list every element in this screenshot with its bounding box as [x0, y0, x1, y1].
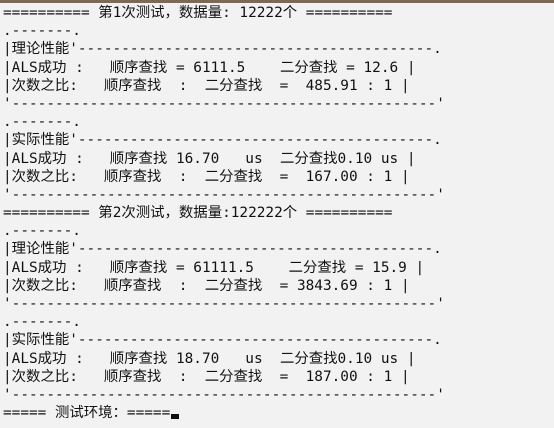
console-output[interactable]: ========== 第1次测试，数据量: 12222个 ========== …: [3, 4, 552, 426]
box-bottom: '---------------------------------------…: [3, 386, 445, 403]
box-top-tab: .-------.: [3, 223, 81, 240]
test2-header: ========== 第2次测试，数据量:122222个 ==========: [3, 205, 393, 222]
text-cursor: [171, 414, 180, 420]
box-bottom: '---------------------------------------…: [3, 95, 445, 112]
box-bottom: '---------------------------------------…: [3, 296, 445, 312]
box-top-tab: .-------.: [3, 314, 81, 331]
test1-header: ========== 第1次测试，数据量: 12222个 ==========: [3, 5, 393, 21]
prompt-text: ===== 测试环境：=====: [3, 405, 171, 422]
box-title-theory: |理论性能'----------------------------------…: [3, 241, 442, 258]
als-row: |ALS成功 : 顺序查找 = 6111.5 二分查找 = 12.6 |: [3, 59, 416, 76]
ratio-row: |次数之比: 顺序查找 : 二分查找 = 485.91 : 1 |: [3, 77, 410, 94]
als-row: |ALS成功 : 顺序查找 16.70 us 二分查找0.10 us |: [3, 150, 416, 167]
als-row: |ALS成功 : 顺序查找 = 61111.5 二分查找 = 15.9 |: [3, 259, 425, 276]
ratio-row: |次数之比: 顺序查找 : 二分查找 = 3843.69 : 1 |: [3, 277, 410, 294]
box-top-tab: .-------.: [3, 23, 81, 40]
window-top-edge: [0, 0, 554, 3]
als-row: |ALS成功 : 顺序查找 18.70 us 二分查找0.10 us |: [3, 350, 416, 367]
box-title-actual: |实际性能'----------------------------------…: [3, 332, 442, 349]
ratio-row: |次数之比: 顺序查找 : 二分查找 = 167.00 : 1 |: [3, 168, 410, 185]
box-title-theory: |理论性能'----------------------------------…: [3, 41, 442, 58]
box-title-actual: |实际性能'----------------------------------…: [3, 132, 442, 149]
prompt-line[interactable]: ===== 测试环境：=====: [3, 404, 552, 422]
box-top-tab: .-------.: [3, 114, 81, 131]
box-bottom: '---------------------------------------…: [3, 186, 445, 203]
ratio-row: |次数之比: 顺序查找 : 二分查找 = 187.00 : 1 |: [3, 368, 410, 385]
